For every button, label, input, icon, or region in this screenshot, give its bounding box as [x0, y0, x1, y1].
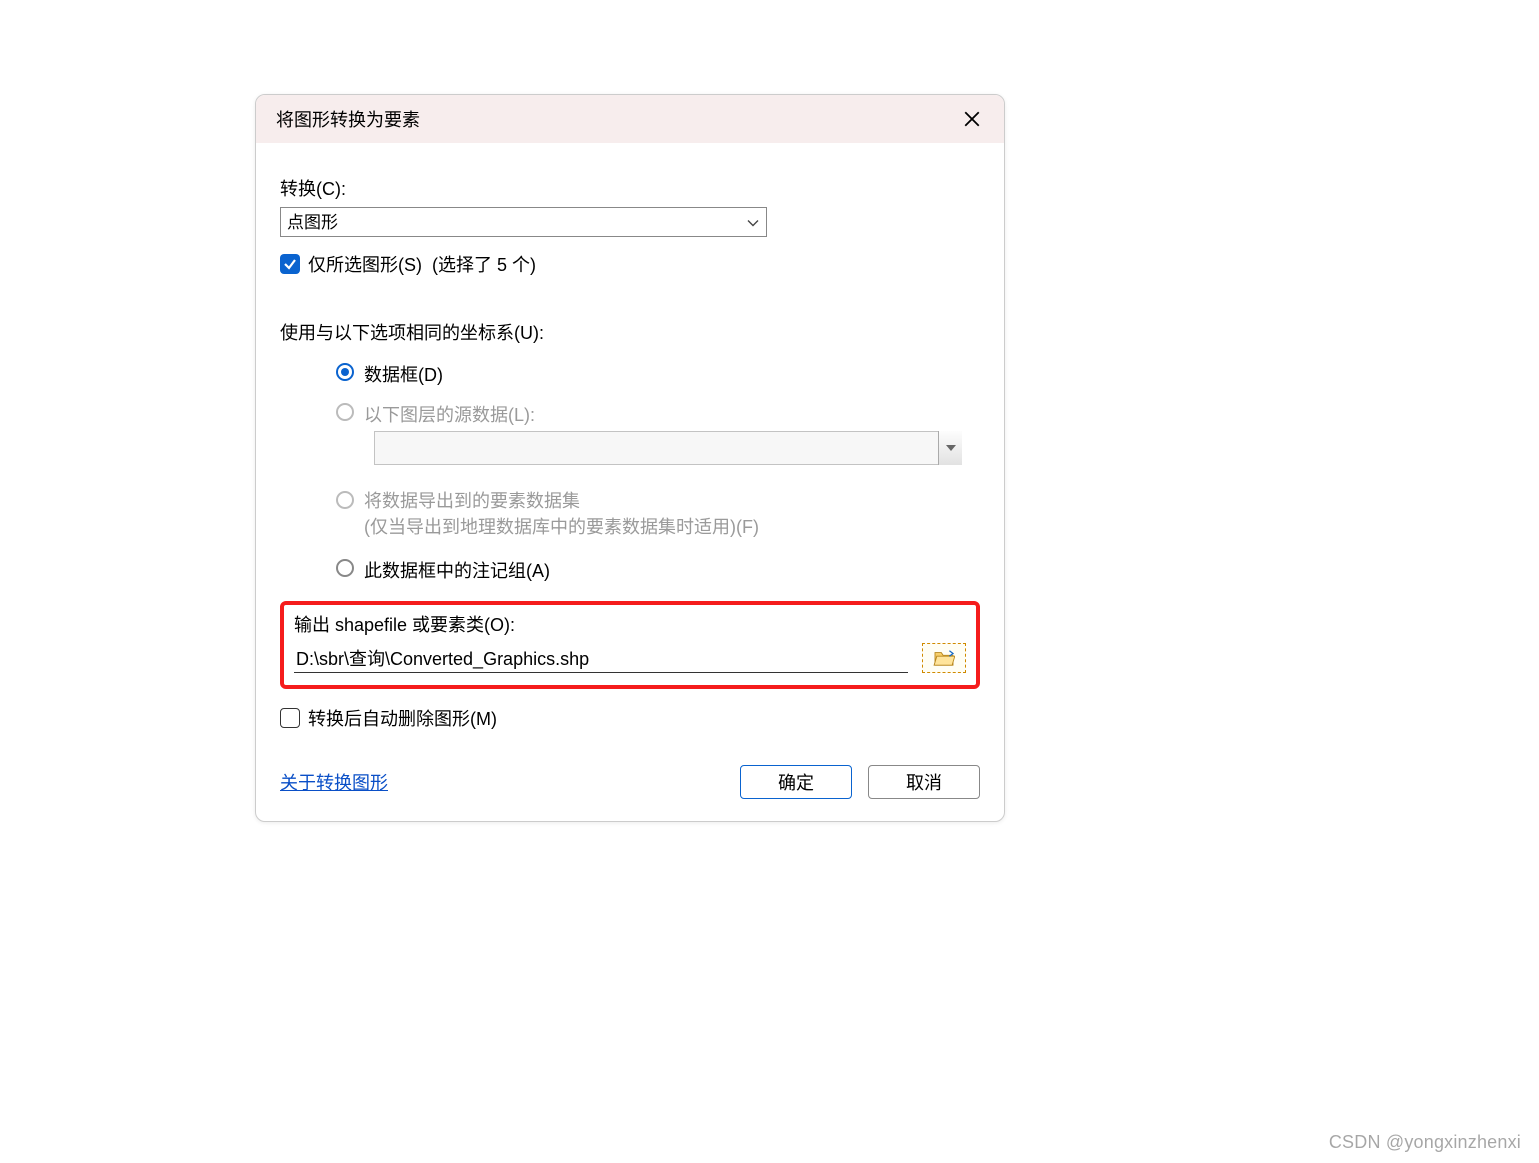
- radio-data-frame-row: 数据框(D): [336, 361, 980, 387]
- dialog-footer: 关于转换图形 确定 取消: [280, 765, 980, 799]
- layer-dropdown-wrap: [374, 431, 962, 465]
- selected-only-checkbox[interactable]: [280, 254, 300, 274]
- titlebar: 将图形转换为要素: [256, 95, 1004, 143]
- close-button[interactable]: [958, 105, 986, 133]
- radio-anno-group[interactable]: [336, 559, 354, 577]
- layer-dropdown[interactable]: [374, 431, 962, 465]
- radio-anno-group-row: 此数据框中的注记组(A): [336, 557, 980, 583]
- delete-after-label: 转换后自动删除图形(M): [308, 705, 497, 731]
- close-icon: [963, 110, 981, 128]
- radio-data-frame[interactable]: [336, 363, 354, 381]
- folder-open-icon: [933, 649, 955, 667]
- selected-only-row: 仅所选图形(S) (选择了 5 个): [280, 251, 980, 277]
- output-label: 输出 shapefile 或要素类(O):: [294, 611, 966, 637]
- radio-dataset[interactable]: [336, 491, 354, 509]
- output-path-input[interactable]: [294, 643, 908, 673]
- coord-radio-group: 数据框(D) 以下图层的源数据(L):: [336, 361, 980, 427]
- convert-select-wrap: 点图形: [280, 207, 767, 237]
- coord-radio-group-2: 将数据导出到的要素数据集 (仅当导出到地理数据库中的要素数据集时适用)(F) 此…: [336, 487, 980, 583]
- convert-select[interactable]: 点图形: [280, 207, 767, 237]
- cancel-button[interactable]: 取消: [868, 765, 980, 799]
- dialog-body: 转换(C): 点图形 仅所选图形(S) (选择了 5 个) 使用与以下选项相同的…: [256, 143, 1004, 821]
- convert-graphics-dialog: 将图形转换为要素 转换(C): 点图形 仅所选图形(S) (选择了 5 个) 使…: [255, 94, 1005, 822]
- browse-button[interactable]: [922, 643, 966, 673]
- button-group: 确定 取消: [740, 765, 980, 799]
- watermark: CSDN @yongxinzhenxi: [1329, 1132, 1521, 1153]
- delete-after-row: 转换后自动删除图形(M): [280, 705, 980, 731]
- radio-layer-source-row: 以下图层的源数据(L):: [336, 401, 980, 427]
- radio-dataset-row: 将数据导出到的要素数据集 (仅当导出到地理数据库中的要素数据集时适用)(F): [336, 487, 980, 539]
- delete-after-checkbox[interactable]: [280, 708, 300, 728]
- radio-anno-group-label: 此数据框中的注记组(A): [364, 557, 550, 583]
- output-section-highlight: 输出 shapefile 或要素类(O):: [280, 601, 980, 689]
- ok-button[interactable]: 确定: [740, 765, 852, 799]
- radio-data-frame-label: 数据框(D): [364, 361, 443, 387]
- convert-label: 转换(C):: [280, 175, 980, 201]
- output-row: [294, 643, 966, 673]
- selected-only-label: 仅所选图形(S) (选择了 5 个): [308, 251, 536, 277]
- radio-layer-source[interactable]: [336, 403, 354, 421]
- about-link[interactable]: 关于转换图形: [280, 769, 388, 795]
- coord-system-label: 使用与以下选项相同的坐标系(U):: [280, 319, 980, 345]
- dialog-title: 将图形转换为要素: [276, 106, 420, 132]
- radio-layer-source-label: 以下图层的源数据(L):: [364, 401, 535, 427]
- radio-dataset-label: 将数据导出到的要素数据集 (仅当导出到地理数据库中的要素数据集时适用)(F): [364, 487, 759, 539]
